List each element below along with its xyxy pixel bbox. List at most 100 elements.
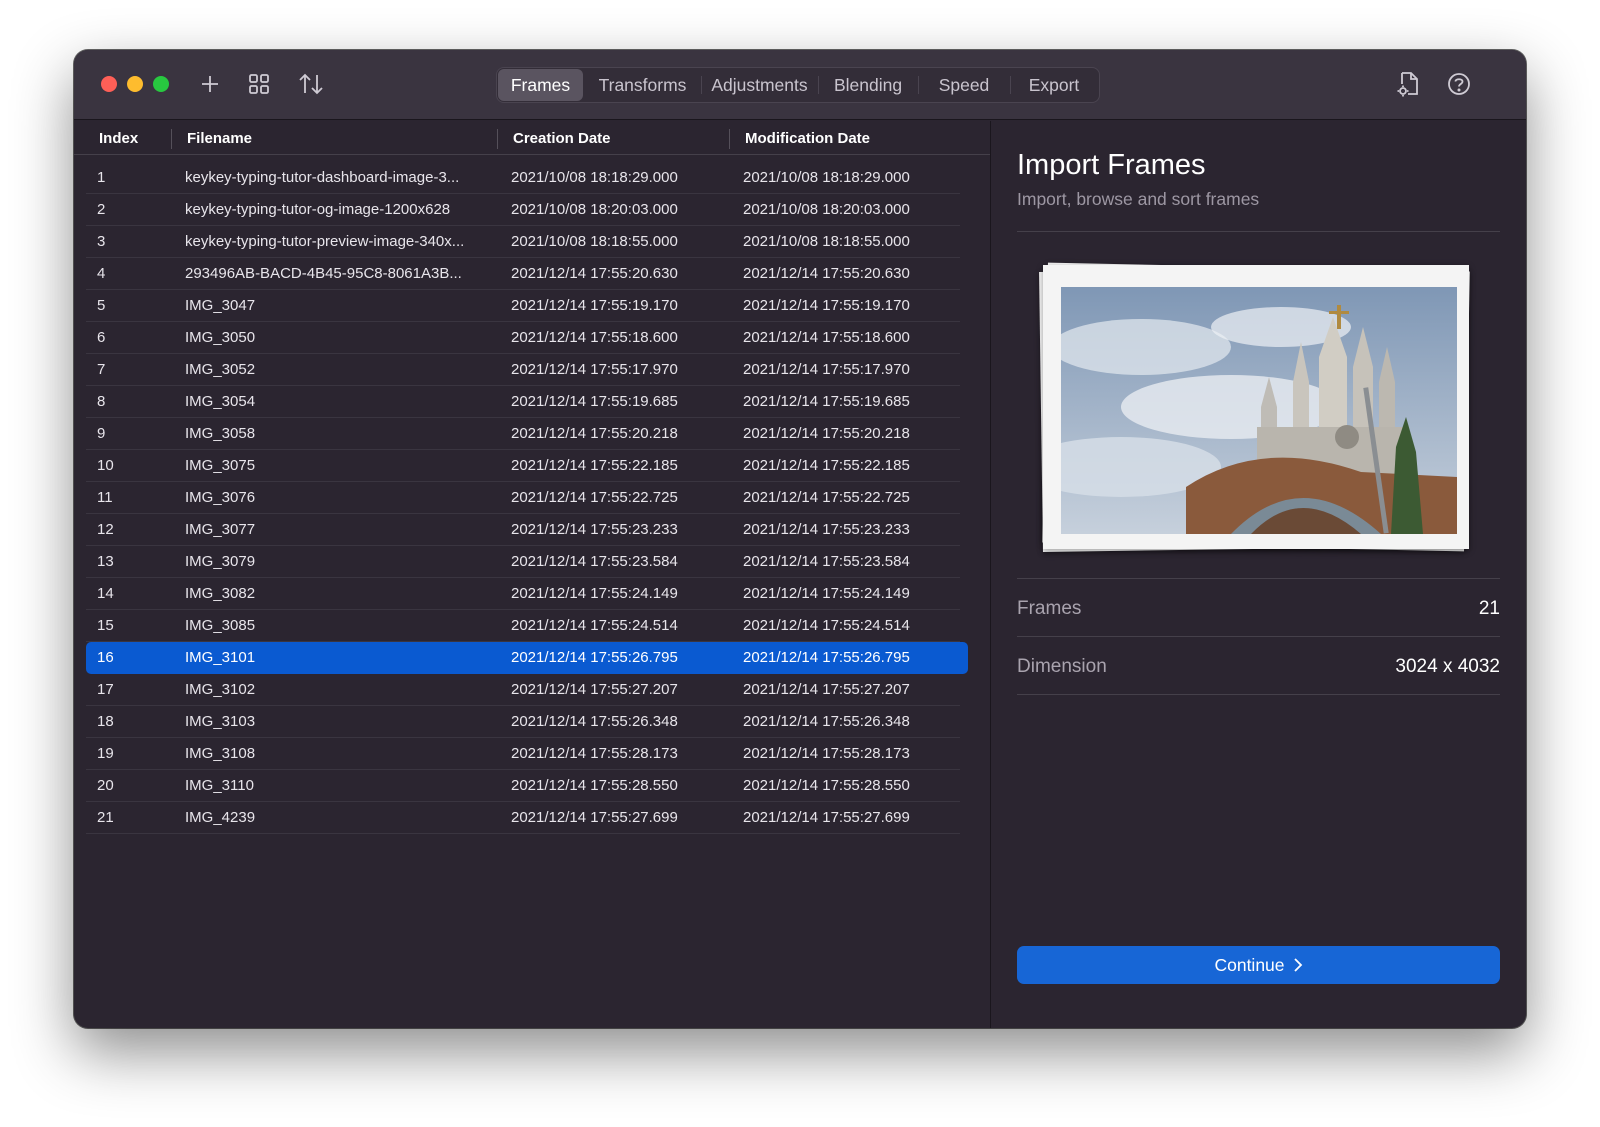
cell-modification-date: 2021/10/08 18:18:29.000	[743, 169, 910, 186]
cell-index: 6	[97, 329, 106, 346]
cell-filename: IMG_3075	[185, 457, 256, 474]
cell-creation-date: 2021/12/14 17:55:26.795	[511, 649, 678, 666]
table-body: 1 keykey-typing-tutor-dashboard-image-3..…	[74, 162, 990, 834]
tab-transforms[interactable]: Transforms	[584, 68, 701, 102]
table-row[interactable]: 4 293496AB-BACD-4B45-95C8-8061A3B... 2021/…	[86, 258, 960, 290]
cell-index: 10	[97, 457, 114, 474]
column-header-filename[interactable]: Filename	[187, 130, 252, 147]
table-row[interactable]: 8 IMG_3054 2021/12/14 17:55:19.685 2021/12/…	[86, 386, 960, 418]
tab-adjustments[interactable]: Adjustments	[701, 68, 818, 102]
cell-index: 15	[97, 617, 114, 634]
app-window: Frames Transforms Adjustments Blending S…	[74, 50, 1526, 1028]
cell-creation-date: 2021/12/14 17:55:26.348	[511, 713, 678, 730]
cell-creation-date: 2021/12/14 17:55:28.550	[511, 777, 678, 794]
cell-index: 14	[97, 585, 114, 602]
zoom-window-button[interactable]	[153, 76, 169, 92]
cell-modification-date: 2021/10/08 18:18:55.000	[743, 233, 910, 250]
grid-icon[interactable]	[245, 70, 273, 98]
tab-blending[interactable]: Blending	[818, 68, 918, 102]
continue-button[interactable]: Continue	[1017, 946, 1500, 984]
inspector-panel: Import Frames Import, browse and sort fr…	[991, 121, 1526, 1028]
cell-index: 12	[97, 521, 114, 538]
column-header-index[interactable]: Index	[99, 130, 138, 147]
table-row[interactable]: 13 IMG_3079 2021/12/14 17:55:23.584 2021/12…	[86, 546, 960, 578]
cell-modification-date: 2021/12/14 17:55:26.348	[743, 713, 910, 730]
cell-modification-date: 2021/10/08 18:20:03.000	[743, 201, 910, 218]
cell-filename: IMG_3110	[185, 777, 254, 794]
cell-index: 13	[97, 553, 114, 570]
cell-filename: keykey-typing-tutor-preview-image-340x..…	[185, 233, 465, 250]
table-row[interactable]: 7 IMG_3052 2021/12/14 17:55:17.970 2021/12/…	[86, 354, 960, 386]
cell-filename: keykey-typing-tutor-dashboard-image-3...	[185, 169, 460, 186]
table-row[interactable]: 10 IMG_3075 2021/12/14 17:55:22.185 2021/12…	[86, 450, 960, 482]
cell-filename: IMG_3108	[185, 745, 256, 762]
cell-filename: IMG_3058	[185, 425, 256, 442]
table-row[interactable]: 19 IMG_3108 2021/12/14 17:55:28.173 2021/12…	[86, 738, 960, 770]
cell-modification-date: 2021/12/14 17:55:28.550	[743, 777, 910, 794]
cell-modification-date: 2021/12/14 17:55:22.185	[743, 457, 910, 474]
table-header: Index Filename Creation Date Modificatio…	[74, 121, 990, 155]
cell-modification-date: 2021/12/14 17:55:23.584	[743, 553, 910, 570]
cell-modification-date: 2021/12/14 17:55:27.207	[743, 681, 910, 698]
cell-creation-date: 2021/12/14 17:55:24.514	[511, 617, 678, 634]
table-row[interactable]: 6 IMG_3050 2021/12/14 17:55:18.600 2021/12/…	[86, 322, 960, 354]
table-row[interactable]: 21 IMG_4239 2021/12/14 17:55:27.699 2021/12…	[86, 802, 960, 834]
table-row[interactable]: 16 IMG_3101 2021/12/14 17:55:26.795 2021/12…	[86, 642, 968, 674]
table-row[interactable]: 5 IMG_3047 2021/12/14 17:55:19.170 2021/12/…	[86, 290, 960, 322]
cell-modification-date: 2021/12/14 17:55:24.514	[743, 617, 910, 634]
cell-creation-date: 2021/12/14 17:55:19.685	[511, 393, 678, 410]
cell-modification-date: 2021/12/14 17:55:20.630	[743, 265, 910, 282]
document-settings-icon[interactable]	[1395, 70, 1423, 98]
tab-frames[interactable]: Frames	[498, 69, 583, 101]
cell-creation-date: 2021/12/14 17:55:23.584	[511, 553, 678, 570]
column-divider[interactable]	[729, 129, 730, 149]
cell-filename: 293496AB-BACD-4B45-95C8-8061A3B...	[185, 265, 462, 282]
cell-filename: IMG_3052	[185, 361, 256, 378]
cell-filename: IMG_3085	[185, 617, 256, 634]
cell-modification-date: 2021/12/14 17:55:17.970	[743, 361, 910, 378]
table-row[interactable]: 1 keykey-typing-tutor-dashboard-image-3..…	[86, 162, 960, 194]
table-row[interactable]: 17 IMG_3102 2021/12/14 17:55:27.207 2021/12…	[86, 674, 960, 706]
cell-index: 19	[97, 745, 114, 762]
column-divider[interactable]	[497, 129, 498, 149]
column-divider[interactable]	[171, 129, 172, 149]
divider	[1017, 694, 1500, 695]
cell-modification-date: 2021/12/14 17:55:26.795	[743, 649, 910, 666]
table-row[interactable]: 3 keykey-typing-tutor-preview-image-340x.…	[86, 226, 960, 258]
cell-creation-date: 2021/12/14 17:55:20.218	[511, 425, 678, 442]
cell-modification-date: 2021/12/14 17:55:19.170	[743, 297, 910, 314]
table-row[interactable]: 15 IMG_3085 2021/12/14 17:55:24.514 2021/12…	[86, 610, 960, 642]
cell-filename: IMG_3102	[185, 681, 256, 698]
cell-creation-date: 2021/12/14 17:55:27.699	[511, 809, 678, 826]
panel-subtitle: Import, browse and sort frames	[1017, 189, 1260, 209]
cell-filename: keykey-typing-tutor-og-image-1200x628	[185, 201, 451, 218]
dimension-label: Dimension	[1017, 656, 1107, 677]
cell-filename: IMG_3082	[185, 585, 256, 602]
sort-icon[interactable]	[297, 70, 325, 98]
cell-creation-date: 2021/12/14 17:55:27.207	[511, 681, 678, 698]
minimize-window-button[interactable]	[127, 76, 143, 92]
add-icon[interactable]	[196, 70, 224, 98]
cell-modification-date: 2021/12/14 17:55:27.699	[743, 809, 910, 826]
table-row[interactable]: 9 IMG_3058 2021/12/14 17:55:20.218 2021/12/…	[86, 418, 960, 450]
cell-modification-date: 2021/12/14 17:55:23.233	[743, 521, 910, 538]
table-row[interactable]: 14 IMG_3082 2021/12/14 17:55:24.149 2021/12…	[86, 578, 960, 610]
cell-creation-date: 2021/10/08 18:18:55.000	[511, 233, 678, 250]
table-row[interactable]: 20 IMG_3110 2021/12/14 17:55:28.550 2021/12…	[86, 770, 960, 802]
cell-index: 11	[97, 489, 113, 506]
table-row[interactable]: 12 IMG_3077 2021/12/14 17:55:23.233 2021/12…	[86, 514, 960, 546]
table-row[interactable]: 2 keykey-typing-tutor-og-image-1200x628 20…	[86, 194, 960, 226]
tab-export[interactable]: Export	[1010, 68, 1098, 102]
titlebar: Frames Transforms Adjustments Blending S…	[74, 50, 1526, 120]
cell-modification-date: 2021/12/14 17:55:24.149	[743, 585, 910, 602]
table-row[interactable]: 11 IMG_3076 2021/12/14 17:55:22.725 2021/12…	[86, 482, 960, 514]
cell-modification-date: 2021/12/14 17:55:18.600	[743, 329, 910, 346]
column-header-modification-date[interactable]: Modification Date	[745, 130, 870, 147]
cell-creation-date: 2021/12/14 17:55:20.630	[511, 265, 678, 282]
close-window-button[interactable]	[101, 76, 117, 92]
column-header-creation-date[interactable]: Creation Date	[513, 130, 611, 147]
cell-index: 7	[97, 361, 106, 378]
help-icon[interactable]	[1445, 70, 1473, 98]
table-row[interactable]: 18 IMG_3103 2021/12/14 17:55:26.348 2021/12…	[86, 706, 960, 738]
tab-speed[interactable]: Speed	[918, 68, 1010, 102]
